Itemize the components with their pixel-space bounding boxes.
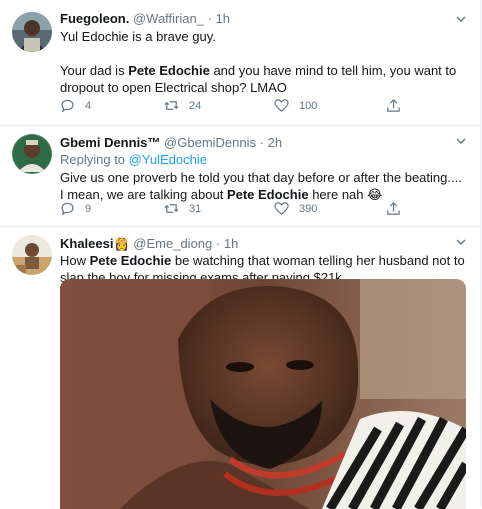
reply-button[interactable]: 9 [60, 201, 91, 216]
tweet[interactable]: Gbemi Dennis™ @GbemiDennis · 2h Replying… [0, 126, 480, 227]
chevron-down-icon[interactable] [456, 14, 466, 24]
reply-icon [61, 202, 74, 216]
display-name[interactable]: Khaleesi [60, 236, 113, 251]
tweet-header: Fuegoleon. @Waffirian_ · 1h [60, 10, 468, 27]
chevron-down-icon[interactable] [456, 136, 466, 146]
replying-to-link[interactable]: @YulEdochie [129, 152, 207, 167]
retweet-icon [164, 204, 179, 213]
separator-dot: · [215, 236, 221, 251]
replying-label: Replying to [60, 152, 126, 167]
tweet-text-bold: Pete Edochie [89, 253, 172, 268]
tweet-media-image[interactable] [60, 279, 466, 509]
timestamp[interactable]: 1h [224, 236, 238, 251]
like-button[interactable]: 100 [274, 98, 317, 113]
crown-emoji: 👸 [113, 236, 130, 251]
retweet-icon [164, 101, 179, 110]
timeline: Fuegoleon. @Waffirian_ · 1h Yul Edochie … [0, 0, 481, 509]
reply-count: 4 [85, 99, 92, 112]
tweet-text: Give us one proverb he told you that day… [60, 169, 468, 203]
retweet-button[interactable]: 24 [164, 98, 201, 113]
tweet-header: Gbemi Dennis™ @GbemiDennis · 2h [60, 134, 468, 151]
share-icon [387, 99, 400, 112]
tweet-actions: 9 31 390 [60, 201, 420, 219]
reply-button[interactable]: 4 [60, 98, 91, 113]
display-name[interactable]: Gbemi Dennis™ [60, 135, 160, 150]
tweet-text-bold: Pete Edochie [226, 187, 309, 202]
tweet-text: Yul Edochie is a brave guy. Your dad is … [60, 28, 468, 96]
share-button[interactable] [386, 98, 401, 113]
tweet[interactable]: Fuegoleon. @Waffirian_ · 1h Yul Edochie … [0, 0, 480, 126]
heart-icon [274, 202, 289, 215]
user-handle[interactable]: @Eme_diong [133, 236, 212, 251]
user-handle[interactable]: @Waffirian_ [133, 11, 204, 26]
tweet-text-bold: Pete Edochie [128, 63, 210, 78]
retweet-button[interactable]: 31 [164, 201, 201, 216]
tweet-text-post: here nah 😂 [308, 187, 383, 202]
separator-dot: · [259, 135, 264, 150]
like-count: 100 [299, 99, 318, 112]
share-icon [387, 202, 400, 215]
heart-icon [274, 99, 289, 112]
share-button[interactable] [386, 201, 401, 216]
tweet-text-pre: Your dad is [60, 63, 129, 78]
like-count: 390 [299, 202, 318, 215]
timestamp[interactable]: 1h [216, 11, 230, 26]
chevron-down-icon[interactable] [456, 237, 466, 247]
tweet[interactable]: Khaleesi👸 @Eme_diong · 1h How Pete Edoch… [0, 227, 480, 509]
retweet-count: 31 [189, 202, 202, 215]
avatar[interactable] [12, 235, 52, 275]
reply-count: 9 [85, 202, 92, 215]
reply-icon [61, 99, 74, 113]
replying-to: Replying to @YulEdochie [60, 151, 468, 168]
tweet-actions: 4 24 100 [60, 98, 420, 116]
tweet-header: Khaleesi👸 @Eme_diong · 1h [60, 235, 468, 252]
user-handle[interactable]: @GbemiDennis [164, 135, 256, 150]
avatar[interactable] [12, 134, 52, 174]
tweet-text-pre: How [60, 253, 90, 268]
separator-dot: · [207, 11, 212, 26]
display-name[interactable]: Fuegoleon. [60, 11, 129, 26]
tweet-text-line1: Yul Edochie is a brave guy. [60, 29, 216, 44]
timestamp[interactable]: 2h [268, 135, 282, 150]
like-button[interactable]: 390 [274, 201, 317, 216]
retweet-count: 24 [189, 99, 202, 112]
avatar[interactable] [12, 12, 52, 52]
